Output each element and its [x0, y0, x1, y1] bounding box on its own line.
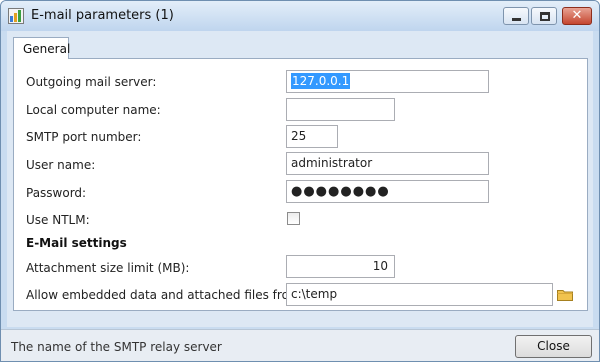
folder-icon[interactable]: [557, 288, 573, 301]
user-name-label: User name:: [26, 158, 96, 172]
embedded-data-path-input[interactable]: c:\temp: [286, 283, 553, 306]
attachment-size-limit-input[interactable]: 10: [286, 255, 395, 278]
app-icon: [8, 8, 24, 24]
window-close-button[interactable]: ✕: [562, 7, 592, 25]
smtp-port-number-input[interactable]: 25: [286, 125, 338, 148]
close-button[interactable]: Close: [515, 335, 592, 358]
local-computer-name-input[interactable]: [286, 98, 395, 121]
smtp-port-number-label: SMTP port number:: [26, 130, 142, 144]
use-ntlm-label: Use NTLM:: [26, 213, 90, 227]
minimize-button[interactable]: [503, 7, 529, 25]
outgoing-mail-server-value: 127.0.0.1: [291, 73, 351, 89]
password-input[interactable]: ●●●●●●●●: [286, 180, 489, 203]
outgoing-mail-server-label: Outgoing mail server:: [26, 75, 157, 89]
attachment-size-limit-label: Attachment size limit (MB):: [26, 261, 190, 275]
tab-general[interactable]: General: [13, 37, 71, 59]
minimize-icon: [512, 18, 521, 21]
embedded-data-path-label: Allow embedded data and attached files f…: [26, 288, 305, 302]
local-computer-name-label: Local computer name:: [26, 103, 161, 117]
maximize-button[interactable]: [531, 7, 557, 25]
status-bar: The name of the SMTP relay server Close: [1, 329, 599, 361]
password-label: Password:: [26, 186, 87, 200]
title-bar: E-mail parameters (1) ✕: [1, 1, 599, 31]
window-title: E-mail parameters (1): [31, 8, 174, 23]
status-text: The name of the SMTP relay server: [11, 340, 222, 354]
maximize-icon: [540, 12, 550, 21]
close-icon: ✕: [571, 8, 583, 23]
outgoing-mail-server-input[interactable]: 127.0.0.1: [286, 70, 489, 93]
user-name-input[interactable]: administrator: [286, 152, 489, 175]
email-parameters-window: E-mail parameters (1) ✕ General Outgoing…: [0, 0, 600, 362]
email-settings-heading: E-Mail settings: [26, 236, 127, 250]
tab-general-label: General: [23, 42, 71, 56]
use-ntlm-checkbox[interactable]: [287, 212, 300, 225]
